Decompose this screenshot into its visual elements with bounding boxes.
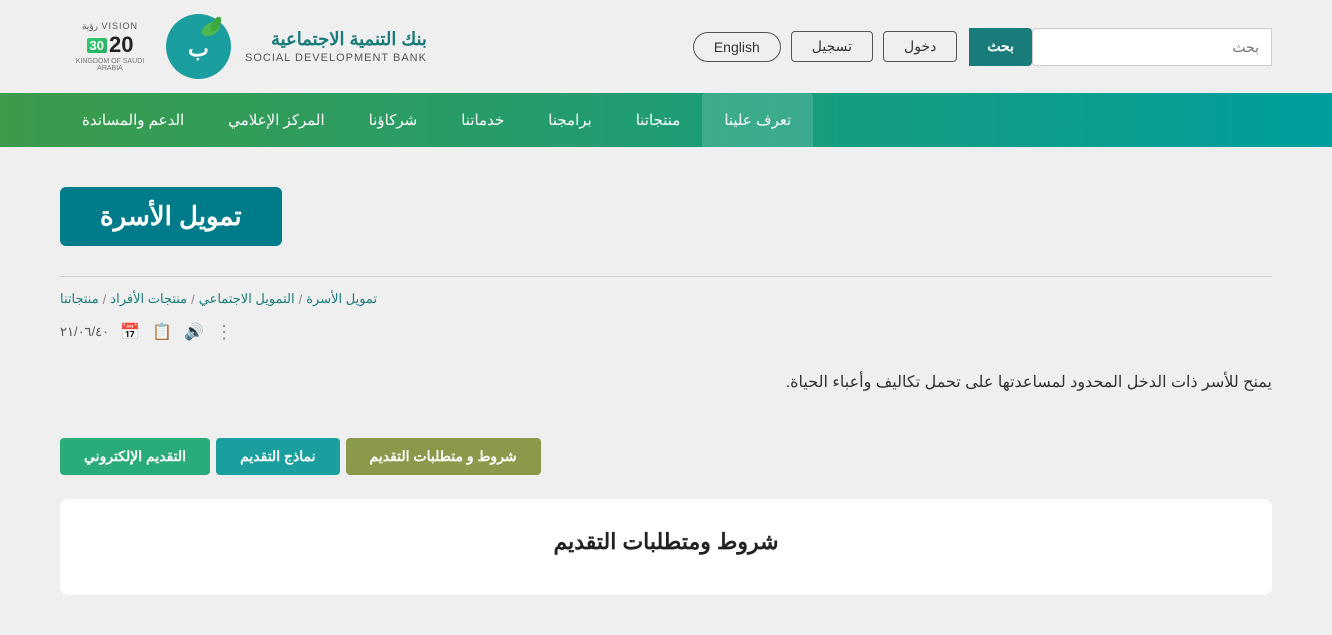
logo-area: بنك التنمية الاجتماعية SOCIAL DEVELOPMEN…: [166, 14, 427, 79]
content-card: شروط ومتطلبات التقديم: [60, 499, 1272, 595]
nav-item-5[interactable]: المركز الإعلامي: [206, 93, 346, 147]
nav-item-2[interactable]: برامجنا: [526, 93, 613, 147]
nav-items: تعرف علينا منتجاتنا برامجنا خدماتنا شركا…: [60, 93, 1272, 147]
bank-name-arabic: بنك التنمية الاجتماعية: [245, 28, 427, 51]
nav-link-partners[interactable]: شركاؤنا: [347, 93, 440, 147]
nav-link-products[interactable]: منتجاتنا: [614, 93, 703, 147]
breadcrumb-sep-3: /: [299, 292, 303, 307]
main-content: تمويل الأسرة تمويل الأسرة / التمويل الاج…: [0, 147, 1332, 635]
nav-bar: تعرف علينا منتجاتنا برامجنا خدماتنا شركا…: [0, 93, 1332, 147]
tab-conditions[interactable]: شروط و متطلبات التقديم: [346, 438, 541, 475]
breadcrumb: تمويل الأسرة / التمويل الاجتماعي / منتجا…: [60, 291, 1272, 307]
top-bar-buttons: دخول تسجيل English: [693, 31, 957, 62]
breadcrumb-sep-1: /: [103, 292, 107, 307]
tab-electronic[interactable]: التقديم الإلكتروني: [60, 438, 210, 475]
svg-text:ب: ب: [188, 36, 209, 61]
hero-title: تمويل الأسرة: [60, 187, 282, 246]
nav-link-media[interactable]: المركز الإعلامي: [206, 93, 346, 147]
nav-item-3[interactable]: خدماتنا: [439, 93, 526, 147]
nav-item-4[interactable]: شركاؤنا: [347, 93, 440, 147]
tab-forms[interactable]: نماذج التقديم: [216, 438, 339, 475]
nav-item-6[interactable]: الدعم والمساندة: [60, 93, 206, 147]
vision-20: 20: [109, 34, 133, 56]
audio-icon[interactable]: 🔊: [183, 321, 205, 343]
vision-numbers: 20 30: [87, 34, 134, 56]
content-card-title: شروط ومتطلبات التقديم: [100, 529, 1232, 565]
english-button[interactable]: English: [693, 32, 781, 62]
breadcrumb-item-2[interactable]: منتجات الأفراد: [110, 291, 187, 307]
breadcrumb-item-4[interactable]: تمويل الأسرة: [306, 291, 377, 307]
vision-subtitle: KINGDOM OF SAUDI ARABIA: [70, 58, 150, 72]
calendar-icon[interactable]: 📅: [119, 321, 141, 343]
vision-text: VISION رؤية: [82, 21, 138, 32]
more-options-icon[interactable]: ⋮: [215, 322, 233, 343]
login-button[interactable]: دخول: [883, 31, 957, 62]
nav-link-support[interactable]: الدعم والمساندة: [60, 93, 206, 147]
search-button[interactable]: بحث: [969, 28, 1032, 66]
nav-link-programs[interactable]: برامجنا: [526, 93, 613, 147]
bank-name: بنك التنمية الاجتماعية SOCIAL DEVELOPMEN…: [245, 28, 427, 66]
date-row: ⋮ 🔊 📋 📅 ٢١/٠٦/٤٠: [60, 315, 1272, 359]
top-bar-left: بحث دخول تسجيل English: [693, 28, 1272, 66]
search-input[interactable]: [1032, 28, 1272, 66]
register-button[interactable]: تسجيل: [791, 31, 873, 62]
breadcrumb-section: تمويل الأسرة / التمويل الاجتماعي / منتجا…: [60, 276, 1272, 315]
top-bar-right: بنك التنمية الاجتماعية SOCIAL DEVELOPMEN…: [60, 14, 427, 79]
hero-title-block: تمويل الأسرة: [60, 147, 1272, 276]
breadcrumb-sep-2: /: [191, 292, 195, 307]
breadcrumb-item-1[interactable]: منتجاتنا: [60, 291, 99, 307]
nav-link-services[interactable]: خدماتنا: [439, 93, 526, 147]
breadcrumb-item-3[interactable]: التمويل الاجتماعي: [199, 291, 295, 307]
nav-item-0[interactable]: تعرف علينا: [702, 93, 813, 147]
bank-logo-icon: ب: [166, 14, 231, 79]
search-wrapper: بحث: [969, 28, 1272, 66]
vision-2030-logo: VISION رؤية 20 30 KINGDOM OF SAUDI ARABI…: [70, 21, 150, 72]
vision-30: 30: [87, 38, 107, 53]
copy-icon[interactable]: 📋: [151, 321, 173, 343]
tabs-row: شروط و متطلبات التقديم نماذج التقديم الت…: [60, 428, 1272, 495]
top-bar: بحث دخول تسجيل English بنك التنمية الاجت…: [0, 0, 1332, 93]
nav-link-taaraf[interactable]: تعرف علينا: [702, 93, 813, 147]
date-value: ٢١/٠٦/٤٠: [60, 324, 109, 340]
bank-name-english: SOCIAL DEVELOPMENT BANK: [245, 51, 427, 65]
description-text: يمنح للأسر ذات الدخل المحدود لمساعدتها ع…: [60, 359, 1272, 428]
nav-item-1[interactable]: منتجاتنا: [614, 93, 703, 147]
